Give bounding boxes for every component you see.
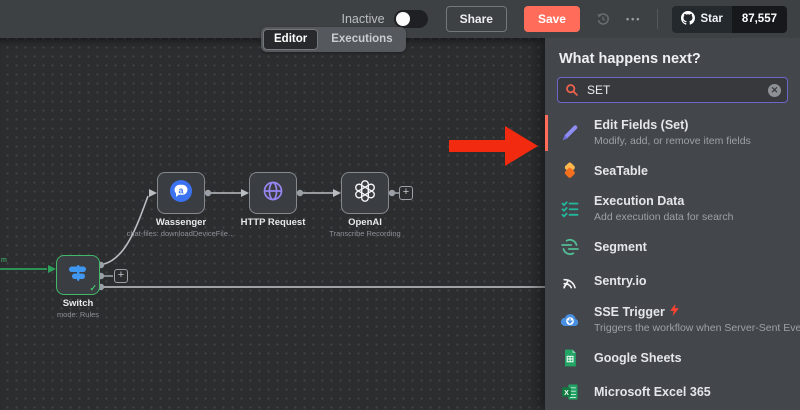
search-input[interactable] xyxy=(557,77,788,103)
node-picker-panel: What happens next? ✕ Edit Fields (Set) M… xyxy=(545,38,800,410)
sse-cloud-icon xyxy=(559,309,581,331)
topbar-divider xyxy=(657,9,658,29)
excel-icon: X xyxy=(559,381,581,403)
item-subtitle: Add execution data for search xyxy=(594,211,734,224)
google-sheets-icon xyxy=(559,347,581,369)
execution-data-icon xyxy=(559,198,581,220)
workflow-canvas[interactable]: m ✓ Switch mode: Rules + a Wasseng xyxy=(0,38,545,410)
list-item-sentry[interactable]: Sentry.io xyxy=(545,264,800,298)
workflow-status-label: Inactive xyxy=(342,12,385,26)
switch-icon xyxy=(66,261,90,290)
item-title: Execution Data xyxy=(594,194,734,209)
share-button[interactable]: Share xyxy=(446,6,507,32)
history-button[interactable] xyxy=(595,11,611,27)
list-item-google-sheets[interactable]: Google Sheets xyxy=(545,341,800,375)
tab-executions[interactable]: Executions xyxy=(320,29,403,50)
lightning-icon xyxy=(670,304,679,320)
more-options-button[interactable]: ••• xyxy=(626,14,641,24)
node-subtitle: mode: Rules xyxy=(0,310,158,320)
add-node-plus-button[interactable]: + xyxy=(399,186,413,200)
pencil-icon xyxy=(559,122,581,144)
github-star-widget[interactable]: Star 87,557 xyxy=(672,6,787,33)
annotation-arrow xyxy=(449,140,507,152)
sentry-icon xyxy=(559,270,581,292)
node-title: Wassenger xyxy=(101,217,261,228)
node-subtitle: Transcribe Recording xyxy=(285,229,445,239)
item-title: Sentry.io xyxy=(594,274,647,289)
item-subtitle: Modify, add, or remove item fields xyxy=(594,135,751,148)
search-box: ✕ xyxy=(557,77,788,103)
search-icon xyxy=(565,83,579,97)
node-subtitle: chat-files: downloadDeviceFile… xyxy=(101,229,261,239)
item-title: Edit Fields (Set) xyxy=(594,118,751,133)
toggle-knob xyxy=(396,12,410,26)
clear-search-icon[interactable]: ✕ xyxy=(768,84,781,97)
annotation-arrow-head xyxy=(505,126,538,166)
node-http-request[interactable]: HTTP Request xyxy=(249,172,297,214)
node-results-list: Edit Fields (Set) Modify, add, or remove… xyxy=(545,112,800,410)
node-title: HTTP Request xyxy=(193,217,353,228)
tab-editor[interactable]: Editor xyxy=(263,29,318,50)
openai-icon xyxy=(353,179,377,208)
list-item-execution-data[interactable]: Execution Data Add execution data for se… xyxy=(545,188,800,230)
item-subtitle: Triggers the workflow when Server-Sent E… xyxy=(594,322,786,335)
node-switch[interactable]: ✓ Switch mode: Rules xyxy=(56,255,100,295)
edge-item-count-label: m xyxy=(1,257,7,264)
github-star-button[interactable]: Star xyxy=(672,6,731,33)
node-title: OpenAI xyxy=(285,217,445,228)
list-item-sse-trigger[interactable]: SSE Trigger Triggers the workflow when S… xyxy=(545,298,800,341)
panel-title: What happens next? xyxy=(545,38,800,76)
node-wassenger[interactable]: a Wassenger chat-files: downloadDeviceFi… xyxy=(157,172,205,214)
save-button[interactable]: Save xyxy=(524,6,580,32)
item-title: SeaTable xyxy=(594,164,648,179)
list-item-microsoft-excel[interactable]: X Microsoft Excel 365 xyxy=(545,375,800,409)
list-item-edit-fields-set[interactable]: Edit Fields (Set) Modify, add, or remove… xyxy=(545,112,800,154)
svg-text:X: X xyxy=(564,389,569,397)
history-icon xyxy=(595,15,611,30)
seatable-icon xyxy=(559,160,581,182)
node-title: Switch xyxy=(0,298,158,309)
editor-tabs: Editor Executions xyxy=(261,27,406,52)
globe-icon xyxy=(261,179,285,208)
item-title: SSE Trigger xyxy=(594,304,786,320)
active-toggle[interactable] xyxy=(394,10,428,28)
item-title: Google Sheets xyxy=(594,351,682,366)
github-star-count[interactable]: 87,557 xyxy=(732,6,787,33)
item-title: Microsoft Excel 365 xyxy=(594,385,711,400)
list-item-seatable[interactable]: SeaTable xyxy=(545,154,800,188)
segment-icon xyxy=(559,236,581,258)
connection-edges xyxy=(0,38,545,410)
success-check-icon: ✓ xyxy=(89,283,97,294)
list-item-segment[interactable]: Segment xyxy=(545,230,800,264)
github-star-label: Star xyxy=(700,13,722,25)
item-title: Segment xyxy=(594,240,647,255)
node-openai[interactable]: OpenAI Transcribe Recording xyxy=(341,172,389,214)
wassenger-icon: a xyxy=(168,178,194,209)
github-icon xyxy=(681,11,695,28)
add-node-plus-button[interactable]: + xyxy=(114,269,128,283)
